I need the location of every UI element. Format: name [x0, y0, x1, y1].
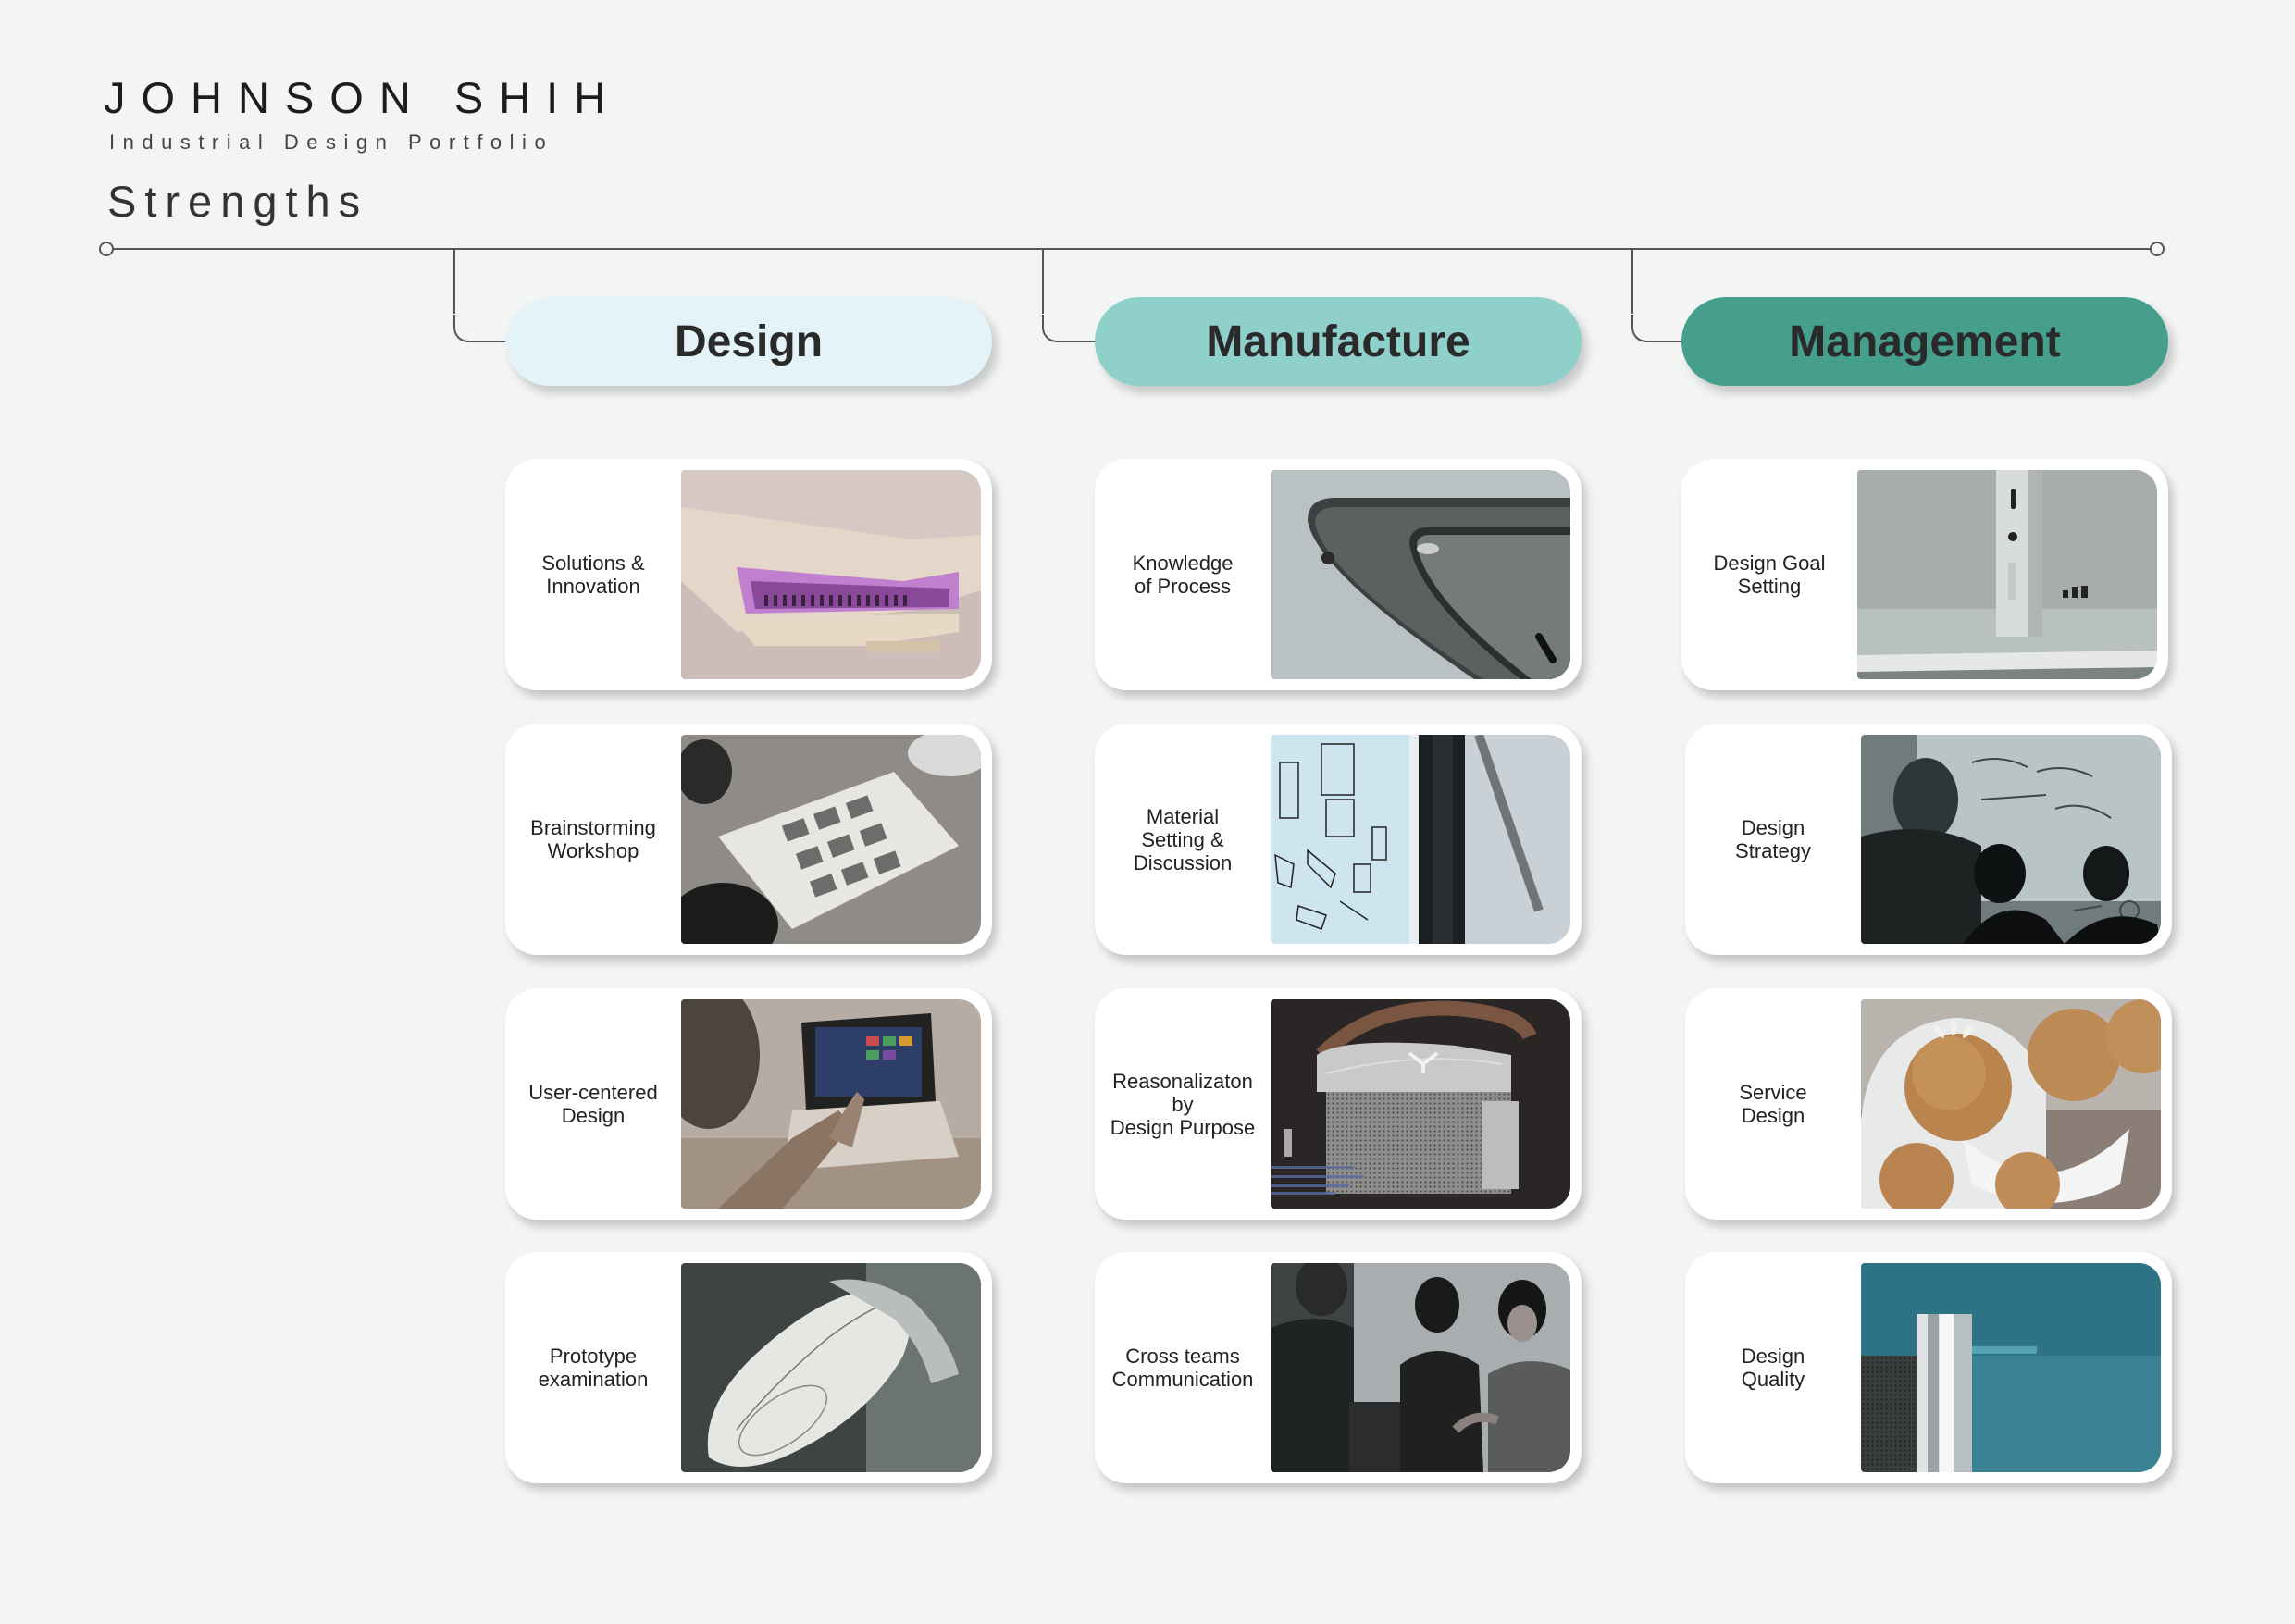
- branch-manufacture-h: [1077, 341, 1096, 342]
- monitor-stand-image: [1857, 470, 2157, 679]
- cylinder-detail-image: [1861, 1263, 2161, 1472]
- product-hinge-image: [681, 470, 981, 679]
- speaker-device-image: [1271, 999, 1570, 1209]
- branch-manufacture: [1042, 249, 1044, 314]
- category-management: Management: [1681, 297, 2168, 386]
- tablet-use-image: [681, 999, 981, 1209]
- card-cross-teams-communication: Cross teams Communication: [1095, 1252, 1582, 1483]
- card-label: User-centered Design: [528, 1081, 658, 1127]
- branch-management: [1631, 249, 1633, 314]
- card-brainstorming-workshop: Brainstorming Workshop: [505, 724, 992, 955]
- card-label: Service Design: [1739, 1081, 1807, 1127]
- category-manufacture: Manufacture: [1095, 297, 1582, 386]
- card-prototype-examination: Prototype examination: [505, 1252, 992, 1483]
- team-meeting-image: [1271, 1263, 1570, 1472]
- category-design: Design: [505, 297, 992, 386]
- timeline-end-dot: [2150, 242, 2165, 256]
- card-label: Reasonalizaton by Design Purpose: [1110, 1069, 1256, 1139]
- card-knowledge-of-process: Knowledge of Process: [1095, 459, 1582, 690]
- card-label: Knowledge of Process: [1132, 552, 1234, 598]
- card-label: Prototype examination: [538, 1345, 649, 1391]
- sketch-material-image: [1271, 735, 1570, 944]
- workshop-table-image: [681, 735, 981, 944]
- branch-management-corner: [1631, 315, 1669, 342]
- mouse-prototype-image: [681, 1263, 981, 1472]
- card-label: Design Strategy: [1735, 816, 1811, 862]
- card-solutions-innovation: Solutions & Innovation: [505, 459, 992, 690]
- card-reasonalization-design-purpose: Reasonalizaton by Design Purpose: [1095, 988, 1582, 1220]
- card-label: Design Goal Setting: [1713, 552, 1826, 598]
- card-label: Brainstorming Workshop: [530, 816, 656, 862]
- card-design-quality: Design Quality: [1685, 1252, 2172, 1483]
- laptop-corner-image: [1271, 470, 1570, 679]
- branch-design-h: [489, 341, 507, 342]
- card-label: Material Setting & Discussion: [1133, 804, 1233, 874]
- card-design-goal-setting: Design Goal Setting: [1681, 459, 2168, 690]
- card-design-strategy: Design Strategy: [1685, 724, 2172, 955]
- wooden-spheres-image: [1861, 999, 2161, 1209]
- card-label: Design Quality: [1741, 1345, 1805, 1391]
- branch-design-corner: [453, 315, 490, 342]
- timeline-start-dot: [99, 242, 114, 256]
- portfolio-subtitle: Industrial Design Portfolio: [109, 130, 554, 154]
- branch-design: [453, 249, 455, 314]
- whiteboard-session-image: [1861, 735, 2161, 944]
- portfolio-name: JOHNSON SHIH: [104, 73, 622, 122]
- branch-manufacture-corner: [1042, 315, 1079, 342]
- card-label: Solutions & Innovation: [541, 552, 645, 598]
- card-service-design: Service Design: [1685, 988, 2172, 1220]
- card-label: Cross teams Communication: [1111, 1345, 1254, 1391]
- card-user-centered-design: User-centered Design: [505, 988, 992, 1220]
- card-material-setting-discussion: Material Setting & Discussion: [1095, 724, 1582, 955]
- timeline-line: [113, 248, 2156, 250]
- section-title: Strengths: [107, 177, 369, 226]
